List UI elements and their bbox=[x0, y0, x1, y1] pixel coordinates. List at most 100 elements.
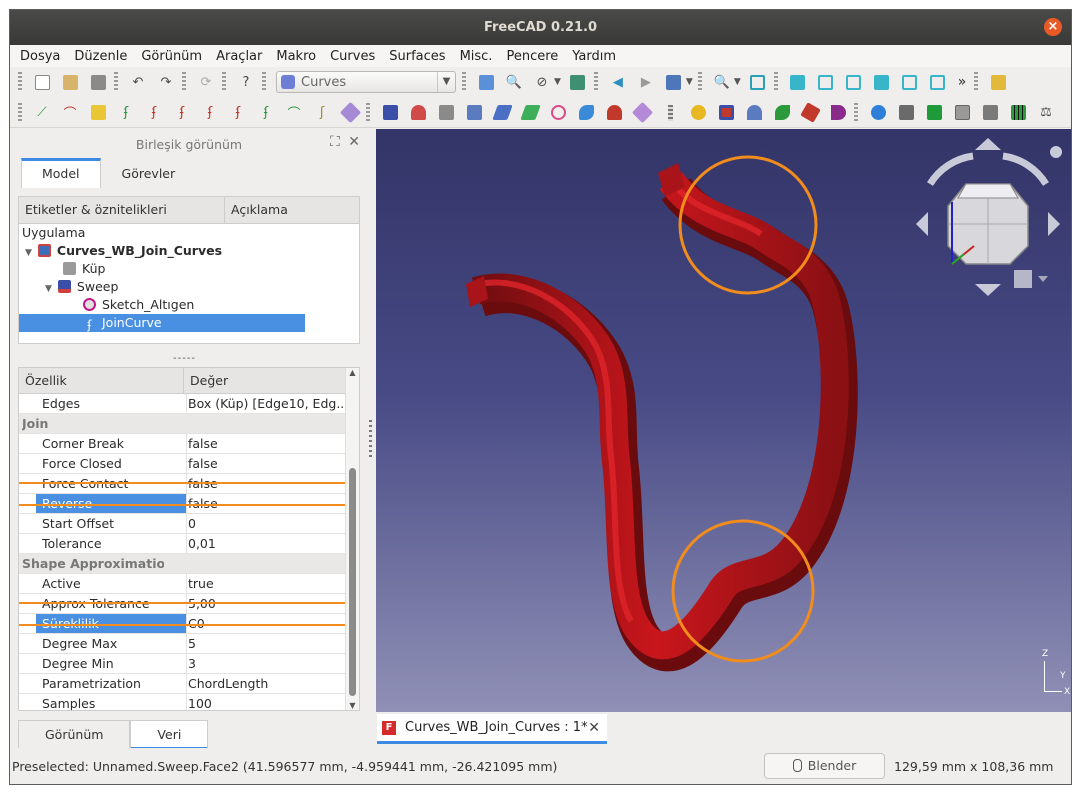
toolbar-more-button[interactable]: » bbox=[958, 74, 967, 90]
curve-tool-8-icon[interactable]: ʃ bbox=[311, 102, 333, 124]
curve-tool-3-icon[interactable]: ʄ bbox=[171, 102, 193, 124]
menu-yardim[interactable]: Yardım bbox=[565, 49, 623, 64]
property-value[interactable]: false bbox=[186, 434, 344, 453]
surface-tool-8-icon[interactable] bbox=[575, 102, 597, 124]
surface-tool-7-icon[interactable] bbox=[547, 102, 569, 124]
draw-style-icon[interactable]: ⊘ bbox=[531, 71, 553, 93]
chevron-down-icon[interactable]: ▼ bbox=[554, 77, 561, 87]
left-view-icon[interactable] bbox=[927, 71, 949, 93]
property-value[interactable]: 0,01 bbox=[186, 534, 344, 553]
curve-tool-6-icon[interactable]: ʄ bbox=[255, 102, 277, 124]
toolbar-grip[interactable] bbox=[366, 102, 370, 123]
surface-tool-13-icon[interactable] bbox=[715, 102, 737, 124]
blend-curve-icon[interactable] bbox=[87, 102, 109, 124]
tab-veri[interactable]: Veri bbox=[130, 720, 209, 750]
3d-viewport[interactable]: Z Y X bbox=[376, 129, 1071, 712]
toolbar-grip[interactable] bbox=[974, 72, 979, 92]
chevron-down-icon[interactable]: ▼ bbox=[25, 248, 32, 258]
property-value[interactable]: 100 bbox=[186, 694, 344, 710]
toolbar-grip[interactable] bbox=[18, 72, 22, 92]
navigation-style-button[interactable]: Blender bbox=[764, 753, 885, 779]
tree-header-description[interactable]: Açıklama bbox=[225, 197, 294, 223]
toolbar-grip[interactable] bbox=[854, 102, 858, 123]
property-row[interactable]: Degree Min 3 bbox=[19, 654, 345, 674]
tree-item-kup[interactable]: Küp bbox=[63, 260, 105, 278]
misc-tool-icon[interactable]: ⚖ bbox=[1035, 102, 1057, 124]
tab-gorevler[interactable]: Görevler bbox=[101, 158, 197, 188]
surface-tool-14-icon[interactable] bbox=[743, 102, 765, 124]
property-group[interactable]: Join bbox=[19, 414, 345, 434]
rotate-left-icon[interactable] bbox=[927, 152, 974, 186]
menu-gorunum[interactable]: Görünüm bbox=[134, 49, 209, 64]
toolbar-grip[interactable] bbox=[773, 72, 778, 92]
close-window-button[interactable]: × bbox=[1044, 18, 1062, 36]
property-header-name[interactable]: Özellik bbox=[19, 368, 184, 393]
surface-tool-5-icon[interactable] bbox=[491, 102, 513, 124]
workbench-selector[interactable]: Curves ▼ bbox=[276, 71, 456, 93]
whats-this-icon[interactable]: ? bbox=[235, 71, 257, 93]
arrow-up-icon[interactable] bbox=[975, 138, 1001, 150]
curve-tool-4-icon[interactable]: ʄ bbox=[199, 102, 221, 124]
property-value[interactable]: true bbox=[186, 574, 344, 593]
surface-tool-2-icon[interactable] bbox=[407, 102, 429, 124]
curve-tool-9-icon[interactable] bbox=[339, 101, 361, 124]
property-value[interactable]: Box (Küp) [Edge10, Edg... bbox=[186, 394, 344, 413]
tree-item-document[interactable]: ▼ Curves_WB_Join_Curves bbox=[25, 242, 222, 260]
top-view-icon[interactable] bbox=[815, 71, 837, 93]
line-tool-icon[interactable]: ⟋ bbox=[31, 102, 53, 124]
undo-icon[interactable]: ↶ bbox=[127, 71, 149, 93]
scroll-down-icon[interactable]: ▼ bbox=[346, 701, 359, 710]
property-row[interactable]: Tolerance 0,01 bbox=[19, 534, 345, 554]
menu-makro[interactable]: Makro bbox=[269, 49, 323, 64]
scroll-up-icon[interactable]: ▲ bbox=[346, 368, 359, 377]
surface-tool-15-icon[interactable] bbox=[771, 102, 793, 124]
property-value[interactable]: 0 bbox=[186, 514, 344, 533]
arrow-right-icon[interactable] bbox=[1048, 212, 1060, 236]
rear-view-icon[interactable] bbox=[871, 71, 893, 93]
menu-curves[interactable]: Curves bbox=[323, 49, 382, 64]
menu-surfaces[interactable]: Surfaces bbox=[382, 49, 452, 64]
gray-box-icon[interactable] bbox=[979, 102, 1001, 124]
property-row[interactable]: Degree Max 5 bbox=[19, 634, 345, 654]
redo-icon[interactable]: ↷ bbox=[155, 71, 177, 93]
refresh-icon[interactable]: ⟳ bbox=[195, 71, 217, 93]
property-value[interactable]: 5 bbox=[186, 634, 344, 653]
arrow-down-icon[interactable] bbox=[975, 284, 1001, 296]
property-row[interactable]: Active true bbox=[19, 574, 345, 594]
isometric-view-icon[interactable] bbox=[747, 71, 769, 93]
arc-tool-icon[interactable]: ⌒ bbox=[59, 102, 81, 124]
toolbar-grip[interactable] bbox=[462, 72, 466, 92]
panel-splitter[interactable]: ----- bbox=[173, 353, 196, 364]
tree-item-joincurve[interactable]: ʄ JoinCurve bbox=[19, 314, 305, 332]
surface-tool-17-icon[interactable] bbox=[827, 102, 849, 124]
tree-header-labels[interactable]: Etiketler & öznitelikleri bbox=[19, 197, 225, 223]
menu-araclar[interactable]: Araçlar bbox=[209, 49, 269, 64]
back-icon[interactable]: ◀ bbox=[607, 71, 629, 93]
scrollbar-thumb[interactable] bbox=[349, 468, 356, 696]
surface-tool-10-icon[interactable] bbox=[631, 101, 653, 124]
forward-icon[interactable]: ▶ bbox=[635, 71, 657, 93]
right-view-icon[interactable] bbox=[843, 71, 865, 93]
property-row[interactable]: Corner Break false bbox=[19, 434, 345, 454]
surface-tool-12-icon[interactable] bbox=[687, 102, 709, 124]
curve-tool-5-icon[interactable]: ʄ bbox=[227, 102, 249, 124]
arrow-left-icon[interactable] bbox=[916, 212, 928, 236]
property-row[interactable]: Parametrization ChordLength bbox=[19, 674, 345, 694]
panel-resize-handle[interactable] bbox=[369, 420, 372, 460]
new-document-icon[interactable] bbox=[31, 71, 53, 93]
chevron-down-icon[interactable]: ▼ bbox=[734, 77, 741, 87]
document-tool-icon[interactable] bbox=[951, 102, 973, 124]
document-tab[interactable]: F Curves_WB_Join_Curves : 1* ✕ bbox=[377, 714, 607, 744]
property-row[interactable]: Start Offset 0 bbox=[19, 514, 345, 534]
surface-tool-4-icon[interactable] bbox=[463, 102, 485, 124]
menu-dot-icon[interactable] bbox=[1050, 146, 1062, 158]
fit-all-icon[interactable] bbox=[475, 71, 497, 93]
property-row[interactable]: Samples 100 bbox=[19, 694, 345, 710]
open-document-icon[interactable] bbox=[59, 71, 81, 93]
bottom-view-icon[interactable] bbox=[899, 71, 921, 93]
link-icon[interactable] bbox=[663, 71, 685, 93]
tree-item-sketch[interactable]: Sketch_Altıgen bbox=[83, 296, 194, 314]
property-value[interactable]: 3 bbox=[186, 654, 344, 673]
toolbar-grip[interactable] bbox=[262, 72, 266, 92]
tab-model[interactable]: Model bbox=[21, 158, 101, 188]
